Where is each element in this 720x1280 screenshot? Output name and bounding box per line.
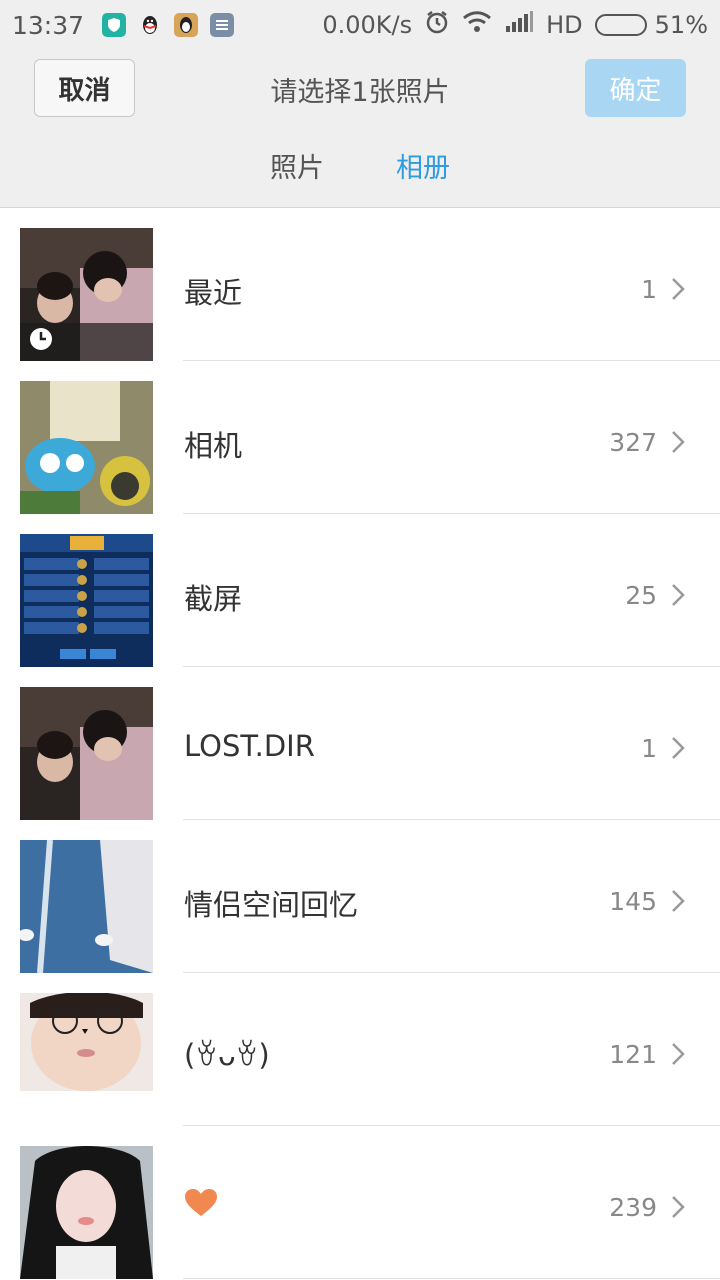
album-name: 相机 — [184, 429, 243, 463]
chevron-right-icon — [672, 431, 685, 453]
battery-icon: 51% — [594, 11, 708, 39]
album-thumbnail — [20, 840, 153, 973]
penguin-app-icon — [174, 13, 199, 37]
picker-header: 取消 请选择1张照片 确定 照片 相册 — [0, 50, 720, 208]
album-thumbnail — [20, 1146, 153, 1279]
album-count: 145 — [609, 887, 657, 916]
tab-bar: 照片 相册 — [0, 146, 720, 185]
album-row[interactable]: 最近 1 — [0, 208, 720, 361]
album-thumbnail — [20, 381, 153, 514]
album-count: 1 — [641, 275, 657, 304]
tab-albums[interactable]: 相册 — [396, 146, 450, 185]
album-row[interactable]: 239 — [0, 1126, 720, 1279]
album-count: 25 — [625, 581, 657, 610]
album-name: 情侣空间回忆 — [184, 888, 359, 922]
album-count: 327 — [609, 428, 657, 457]
status-bar: 13:37 0.00K/s HD 51% — [0, 0, 720, 50]
signal-icon — [504, 10, 534, 40]
album-count: 121 — [609, 1040, 657, 1069]
album-name — [184, 1188, 218, 1225]
album-row[interactable]: 情侣空间回忆 145 — [0, 820, 720, 973]
network-speed: 0.00K/s — [322, 11, 413, 39]
album-name: 最近 — [184, 276, 243, 310]
chevron-right-icon — [672, 278, 685, 300]
chevron-right-icon — [672, 890, 685, 912]
album-name: LOST.DIR — [184, 729, 315, 763]
album-row[interactable]: 相机 327 — [0, 361, 720, 514]
album-count: 239 — [609, 1193, 657, 1222]
wifi-icon — [462, 10, 492, 40]
heart-icon — [185, 1189, 217, 1216]
album-thumbnail — [20, 993, 153, 1126]
confirm-button[interactable]: 确定 — [585, 59, 686, 117]
album-thumbnail — [20, 687, 153, 820]
album-name: (ꈊᴗꈊ) — [184, 1038, 270, 1072]
album-name: 截屏 — [184, 582, 243, 616]
alarm-icon — [424, 9, 450, 41]
chevron-right-icon — [672, 1043, 685, 1065]
chevron-right-icon — [672, 1196, 685, 1218]
album-thumbnail — [20, 228, 153, 361]
note-app-icon — [210, 13, 235, 37]
album-list: 最近 1 相机 327 截屏 25 LOST.DIR 1 情侣空间回忆 145 … — [0, 208, 720, 1279]
album-row[interactable]: LOST.DIR 1 — [0, 667, 720, 820]
album-count: 1 — [641, 734, 657, 763]
album-thumbnail — [20, 534, 153, 667]
qq-icon — [138, 13, 162, 37]
chevron-right-icon — [672, 584, 685, 606]
status-time: 13:37 — [12, 10, 85, 40]
battery-percent: 51% — [654, 11, 708, 39]
album-row[interactable]: (ꈊᴗꈊ) 121 — [0, 973, 720, 1126]
shield-app-icon — [102, 13, 127, 37]
network-type: HD — [546, 11, 583, 39]
chevron-right-icon — [672, 737, 685, 759]
tab-photos[interactable]: 照片 — [270, 146, 324, 185]
album-row[interactable]: 截屏 25 — [0, 514, 720, 667]
